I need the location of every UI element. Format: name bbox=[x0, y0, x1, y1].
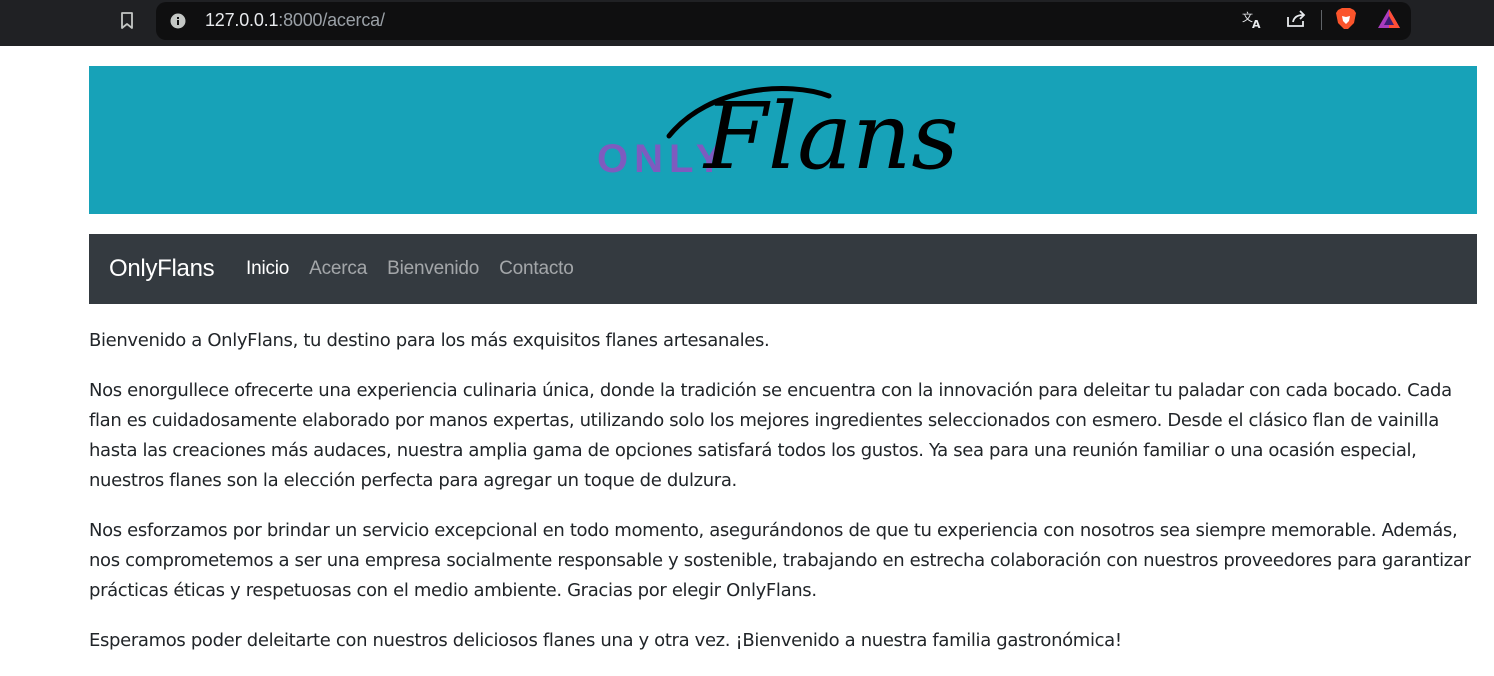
browser-toolbar: 127.0.0.1:8000/acerca/ 文 A bbox=[0, 0, 1494, 46]
nav-links: Inicio Acerca Bienvenido Contacto bbox=[246, 258, 594, 280]
navbar: OnlyFlans Inicio Acerca Bienvenido Conta… bbox=[89, 234, 1477, 304]
logo-script-text: Flans bbox=[702, 83, 959, 190]
paragraph-intro: Bienvenido a OnlyFlans, tu destino para … bbox=[89, 330, 770, 351]
bookmark-icon[interactable] bbox=[116, 8, 138, 34]
svg-text:A: A bbox=[1252, 18, 1261, 29]
brave-shields-icon[interactable] bbox=[1333, 6, 1359, 32]
share-icon[interactable] bbox=[1283, 6, 1309, 32]
url-text[interactable]: 127.0.0.1:8000/acerca/ bbox=[205, 10, 385, 31]
url-path: :8000/acerca/ bbox=[278, 10, 385, 30]
brave-rewards-icon[interactable] bbox=[1376, 6, 1402, 32]
about-content: Bienvenido a OnlyFlans, tu destino para … bbox=[89, 326, 1479, 676]
nav-link-bienvenido[interactable]: Bienvenido bbox=[387, 258, 479, 280]
navbar-brand[interactable]: OnlyFlans bbox=[109, 255, 215, 283]
nav-link-inicio[interactable]: Inicio bbox=[246, 258, 289, 280]
url-host: 127.0.0.1 bbox=[205, 10, 279, 30]
address-bar[interactable]: 127.0.0.1:8000/acerca/ bbox=[156, 2, 1411, 40]
toolbar-separator bbox=[1321, 10, 1322, 30]
paragraph-closing: Esperamos poder deleitarte con nuestros … bbox=[89, 630, 1122, 651]
nav-link-acerca[interactable]: Acerca bbox=[309, 258, 367, 280]
nav-link-contacto[interactable]: Contacto bbox=[499, 258, 574, 280]
onlyflans-logo: ONLY Flans bbox=[597, 83, 959, 190]
paragraph-service: Nos esforzamos por brindar un servicio e… bbox=[89, 520, 1471, 601]
site-info-icon[interactable] bbox=[170, 13, 186, 29]
paragraph-experience: Nos enorgullece ofrecerte una experienci… bbox=[89, 380, 1452, 491]
translate-icon[interactable]: 文 A bbox=[1240, 6, 1266, 32]
banner: ONLY Flans bbox=[89, 66, 1477, 214]
